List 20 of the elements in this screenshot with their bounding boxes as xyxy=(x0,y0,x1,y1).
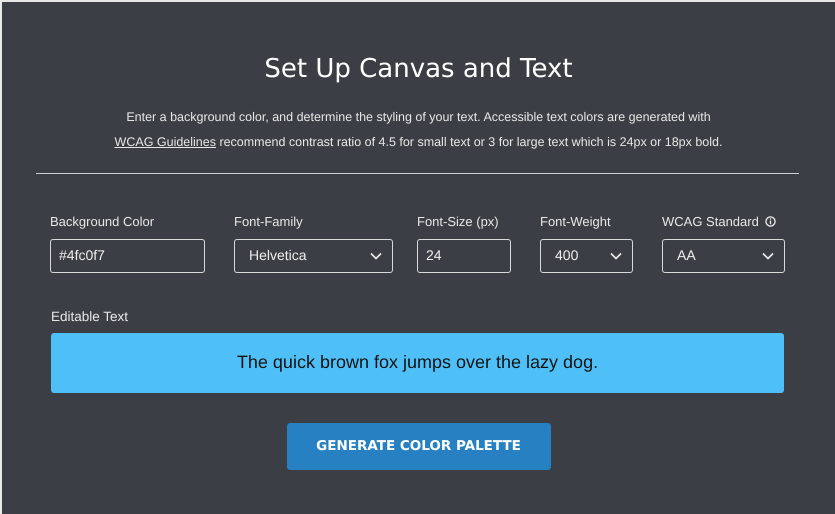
generate-palette-button[interactable]: GENERATE COLOR PALETTE xyxy=(286,422,550,470)
dropdown[interactable]: AA xyxy=(662,238,785,273)
field-label: Font-Family xyxy=(234,213,303,232)
intro-text: Enter a background color, and determine the styling of your text. Accessible text colors are generated with WCAG Guidelines recommend contrast ratio of 4.5 for small text or 3 for large text which is 24px or 18px bold. xyxy=(114,109,724,152)
dropdown[interactable]: Helvetica xyxy=(234,238,393,273)
input-field[interactable]: #4fc0f7 xyxy=(50,238,205,273)
editable-text-preview[interactable]: The quick brown fox jumps over the lazy dog. xyxy=(51,332,784,393)
guidelines-link[interactable]: WCAG Guidelines xyxy=(114,135,216,150)
field-label: Font-Size (px) xyxy=(417,213,499,232)
page-title: Set Up Canvas and Text xyxy=(263,54,574,86)
chevron-down-icon xyxy=(370,252,382,260)
info-icon[interactable] xyxy=(764,216,776,228)
dropdown[interactable]: 400 xyxy=(540,238,633,273)
field-label: Editable Text xyxy=(51,308,130,326)
field-label: Background Color xyxy=(50,213,154,232)
field-label: WCAG Standard xyxy=(662,213,759,232)
chevron-down-icon xyxy=(762,252,774,260)
field-label: Font-Weight xyxy=(540,213,611,232)
chevron-down-icon xyxy=(610,252,622,260)
input-field[interactable]: 24 xyxy=(417,238,511,273)
